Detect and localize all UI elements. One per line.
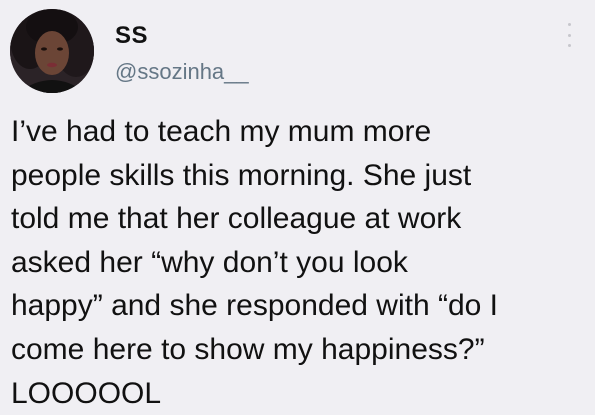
tweet-text: I’ve had to teach my mum more people ski… bbox=[11, 115, 498, 410]
more-dot bbox=[567, 23, 571, 26]
user-handle[interactable]: @ssozinha__ bbox=[115, 59, 249, 85]
more-vertical-icon[interactable] bbox=[565, 23, 573, 47]
display-name[interactable]: SS bbox=[115, 22, 148, 50]
tweet-card: SS @ssozinha__ I’ve had to teach my mum … bbox=[0, 0, 595, 413]
more-dot bbox=[567, 44, 571, 47]
profile-photo-icon bbox=[10, 9, 94, 93]
avatar[interactable] bbox=[10, 9, 94, 93]
more-dot bbox=[567, 33, 571, 37]
